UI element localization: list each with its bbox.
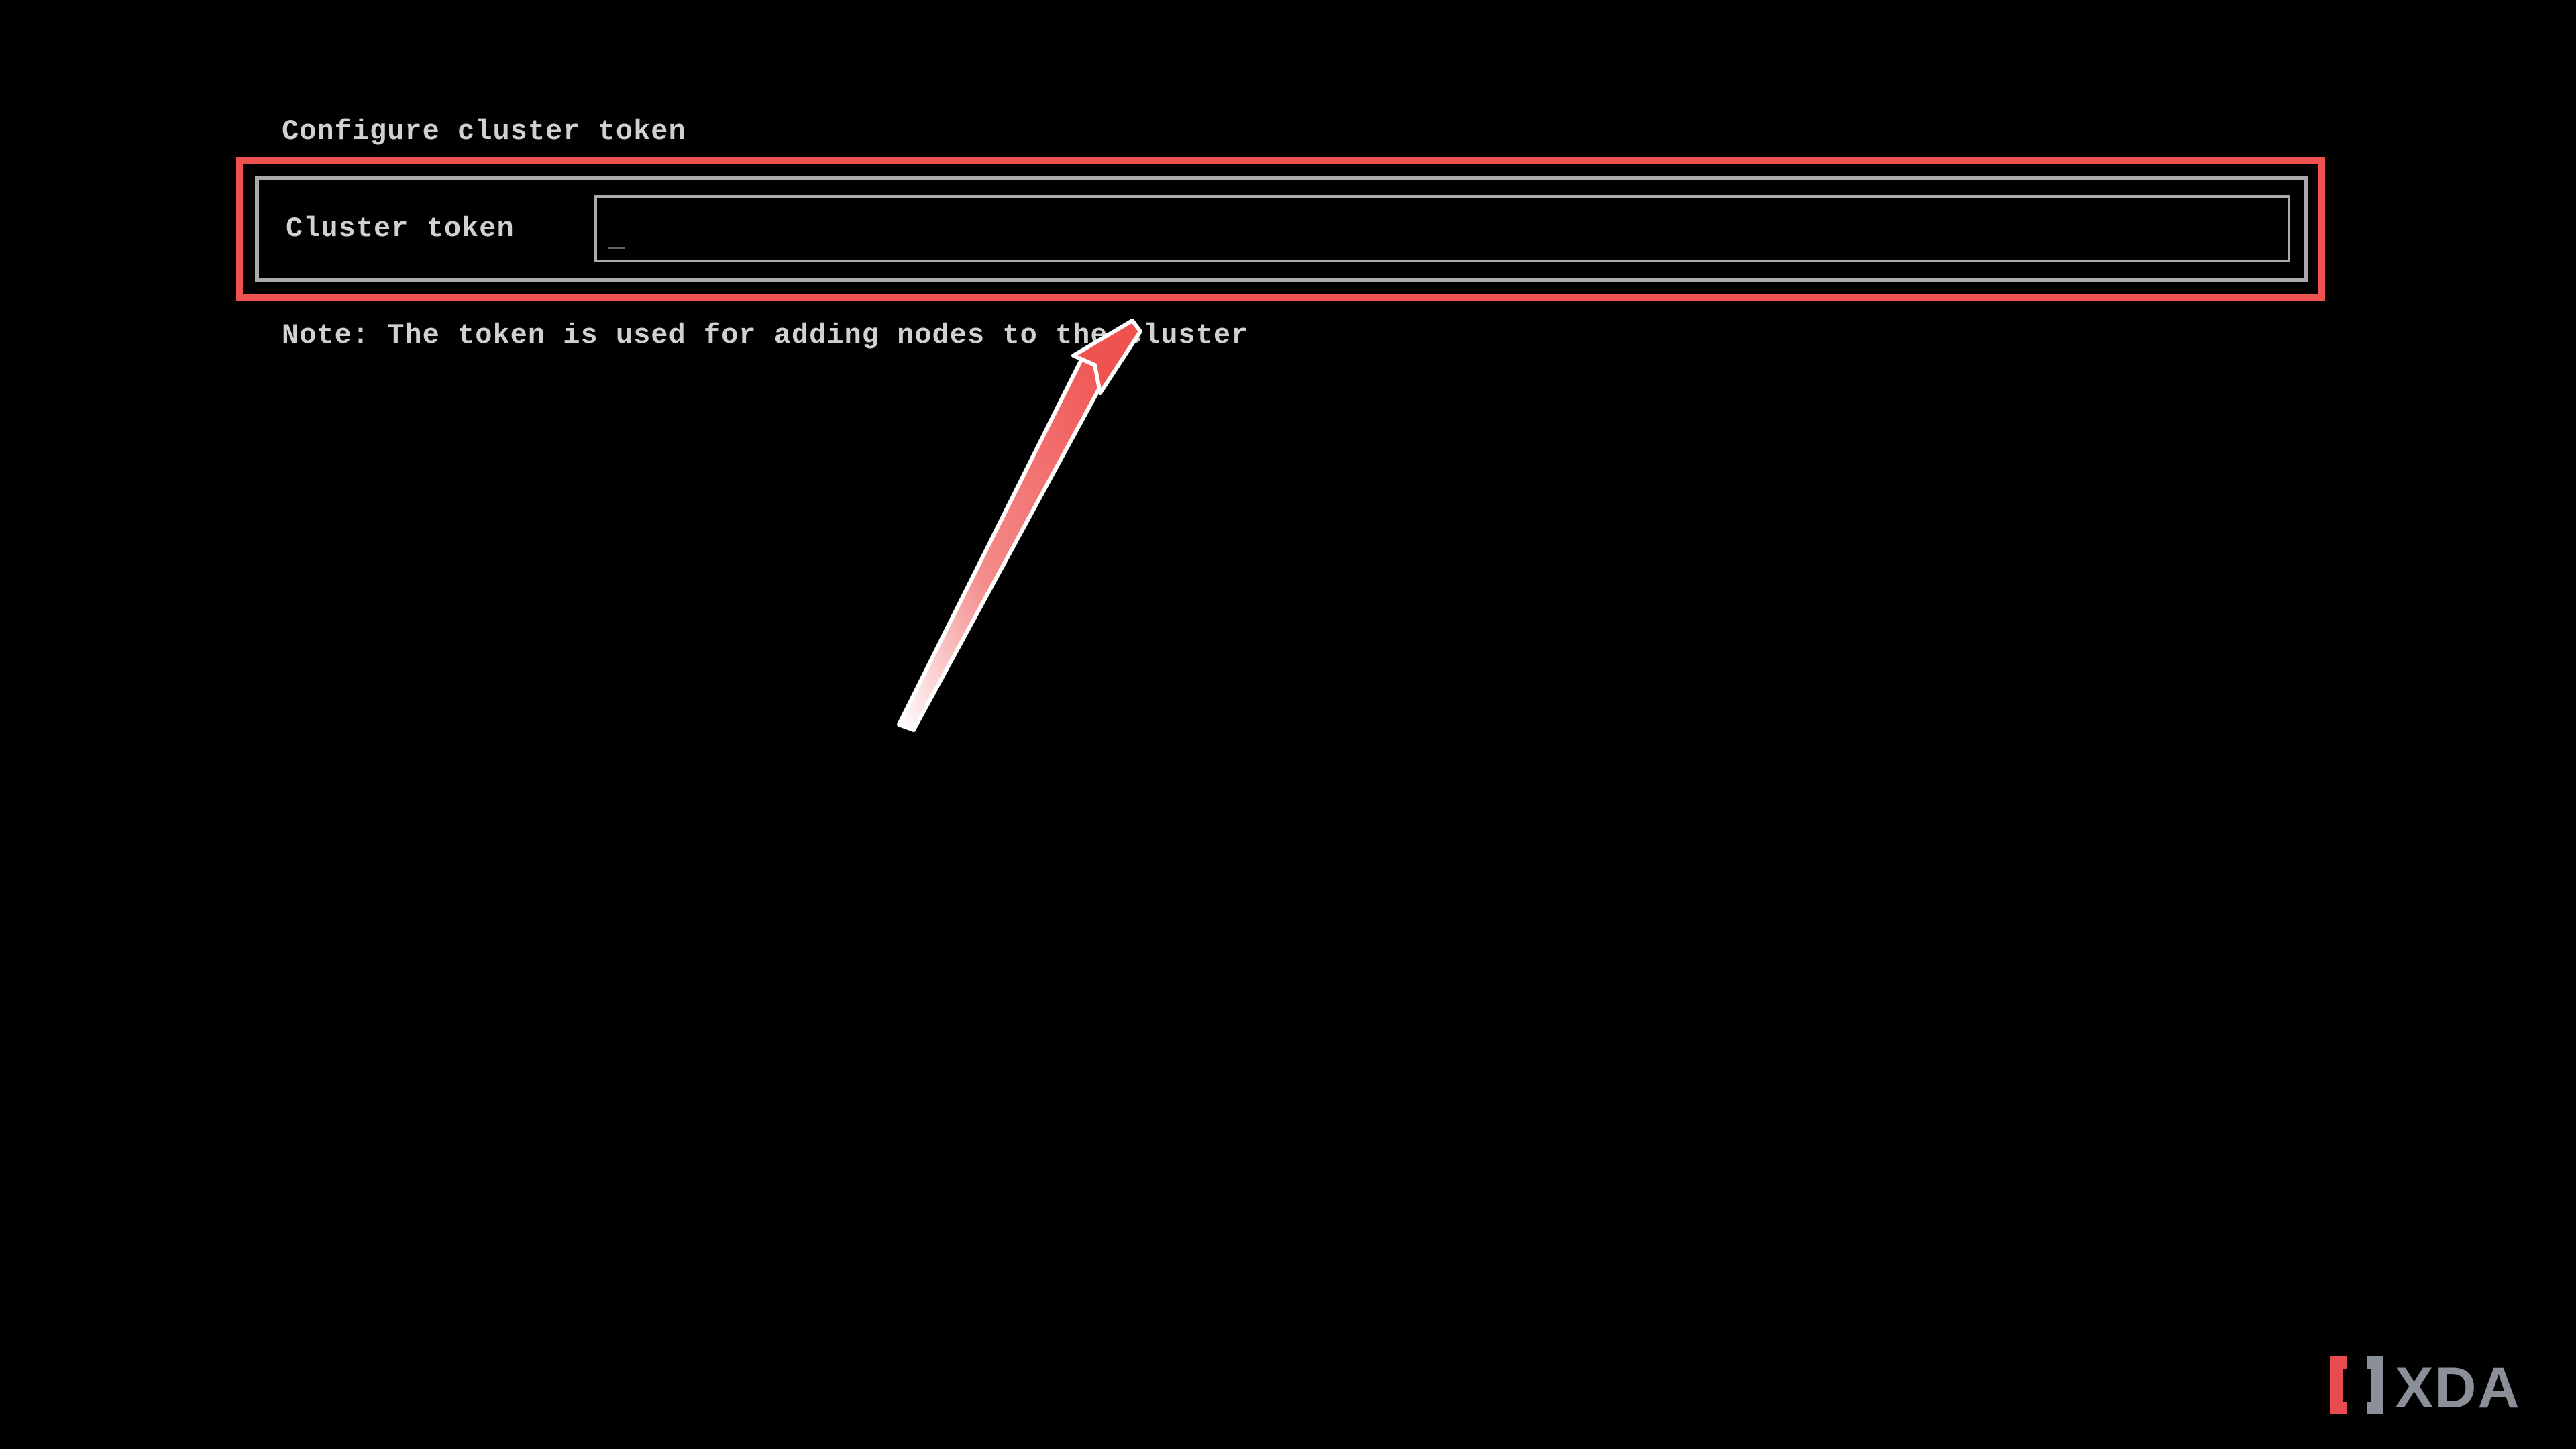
text-cursor: _ bbox=[608, 222, 625, 254]
cluster-token-input[interactable]: _ bbox=[594, 195, 2290, 262]
cluster-token-label: Cluster token bbox=[286, 213, 594, 245]
note-text: Note: The token is used for adding nodes… bbox=[282, 319, 1248, 352]
terminal-screen: Configure cluster token Cluster token _ … bbox=[0, 0, 2576, 1449]
xda-watermark-icon: XDA bbox=[2314, 1348, 2542, 1422]
cluster-token-row: Cluster token _ bbox=[255, 176, 2308, 282]
svg-text:XDA: XDA bbox=[2395, 1356, 2521, 1420]
page-title: Configure cluster token bbox=[282, 115, 686, 148]
